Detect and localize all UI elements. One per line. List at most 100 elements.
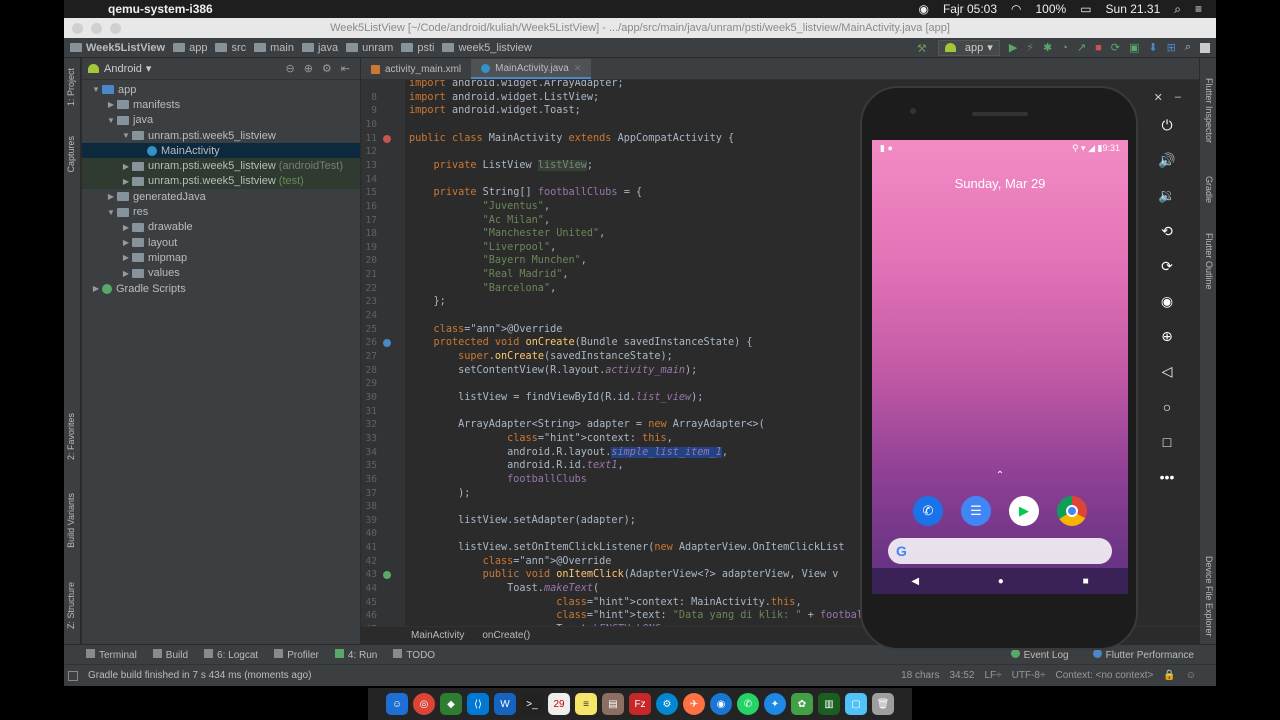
play-store-icon[interactable]: ▶ bbox=[1009, 496, 1039, 526]
chevron-down-icon[interactable]: ▼ bbox=[105, 208, 117, 217]
context-indicator[interactable]: Context: <no context> bbox=[1055, 670, 1153, 681]
nav-overview-icon[interactable]: ■ bbox=[1083, 576, 1089, 587]
google-search-bar[interactable]: G bbox=[888, 538, 1112, 564]
tree-item[interactable]: ▶ mipmap bbox=[82, 250, 360, 265]
messages-app-icon[interactable]: ☰ bbox=[961, 496, 991, 526]
volume-up-icon[interactable]: 🔊 bbox=[1143, 143, 1191, 178]
stop-icon[interactable]: ■ bbox=[1095, 42, 1102, 54]
emulator-screen[interactable]: ▮ ● ⚲ ▾ ◢ ▮ 9:31 Sunday, Mar 29 ⌃ ✆ ☰ ▶ … bbox=[872, 140, 1128, 594]
editor-tab[interactable]: MainActivity.java ✕ bbox=[471, 59, 592, 79]
tree-item[interactable]: ▼ res bbox=[82, 204, 360, 219]
profile-icon[interactable]: ◔ bbox=[1061, 42, 1068, 54]
spotlight-search-icon[interactable]: ⌕ bbox=[1174, 2, 1181, 17]
tab-favorites[interactable]: 2: Favorites bbox=[66, 413, 76, 460]
sequel-dock-icon[interactable]: ▤ bbox=[602, 693, 624, 715]
green-app-dock-icon[interactable]: ▥ bbox=[818, 693, 840, 715]
power-icon[interactable]: ⏻ bbox=[1143, 108, 1191, 143]
phone-app-icon[interactable]: ✆ bbox=[913, 496, 943, 526]
nav-back-icon[interactable]: ◀ bbox=[911, 576, 919, 587]
rotate-right-icon[interactable]: ⟳ bbox=[1143, 249, 1191, 284]
make-project-icon[interactable]: ⚒ bbox=[917, 42, 929, 55]
hide-panel-icon[interactable]: ⇤ bbox=[341, 62, 350, 75]
tab-flutter-outline[interactable]: Flutter Outline bbox=[1204, 233, 1214, 290]
chevron-right-icon[interactable]: ▶ bbox=[120, 162, 132, 171]
prayer-time[interactable]: Fajr 05:03 bbox=[943, 2, 997, 16]
toolwindow-terminal[interactable]: Terminal bbox=[86, 648, 137, 661]
chevron-right-icon[interactable]: ▶ bbox=[120, 269, 132, 278]
calendar-dock-icon[interactable]: 29 bbox=[548, 693, 570, 715]
app-drawer-chevron-icon[interactable]: ⌃ bbox=[872, 470, 1128, 481]
chevron-right-icon[interactable]: ▶ bbox=[120, 223, 132, 232]
nav-home-icon[interactable]: ● bbox=[998, 576, 1004, 587]
search-icon[interactable]: ⌕ bbox=[1185, 41, 1191, 54]
whatsapp-dock-icon[interactable]: ✆ bbox=[737, 693, 759, 715]
wifi-icon[interactable]: ◠ bbox=[1011, 2, 1021, 16]
collapse-all-icon[interactable]: ⊖ bbox=[285, 62, 294, 75]
editor-tab[interactable]: activity_main.xml bbox=[361, 59, 471, 79]
menubar-clock[interactable]: Sun 21.31 bbox=[1106, 2, 1161, 16]
postman-dock-icon[interactable]: ✈ bbox=[683, 693, 705, 715]
apply-changes-icon[interactable]: ⚡ bbox=[1026, 41, 1034, 54]
nav-crumb[interactable]: psti bbox=[401, 42, 434, 54]
tab-flutter-inspector[interactable]: Flutter Inspector bbox=[1204, 78, 1214, 143]
finder-dock-icon[interactable]: ☺ bbox=[386, 693, 408, 715]
chevron-down-icon[interactable]: ▼ bbox=[120, 131, 132, 140]
menubar-app-name[interactable]: qemu-system-i386 bbox=[108, 2, 213, 16]
vscode-dock-icon[interactable]: ⟨⟩ bbox=[467, 693, 489, 715]
nav-crumb[interactable]: main bbox=[254, 42, 294, 54]
toolwindow-build[interactable]: Build bbox=[152, 648, 188, 661]
mosque-icon[interactable]: ◉ bbox=[918, 2, 928, 16]
tab-gradle[interactable]: Gradle bbox=[1204, 176, 1214, 203]
chevron-right-icon[interactable]: ▶ bbox=[120, 238, 132, 247]
status-toggle-icon[interactable] bbox=[68, 670, 78, 681]
toolwindow-flutter-performance[interactable]: Flutter Performance bbox=[1092, 648, 1194, 661]
chevron-right-icon[interactable]: ▶ bbox=[120, 253, 132, 262]
emulator-dock-icon[interactable]: ✿ bbox=[791, 693, 813, 715]
battery-percent[interactable]: 100% bbox=[1035, 2, 1066, 16]
sync-gradle-icon[interactable]: ⟳ bbox=[1111, 41, 1120, 54]
home-date[interactable]: Sunday, Mar 29 bbox=[872, 176, 1128, 191]
screenshot-icon[interactable]: ◉ bbox=[1143, 284, 1191, 319]
layout-inspector-icon[interactable]: ⊞ bbox=[1167, 41, 1176, 54]
inspector-icon[interactable]: ☺ bbox=[1186, 670, 1196, 681]
avd-manager-icon[interactable]: ▣ bbox=[1129, 41, 1139, 54]
tree-item[interactable]: ▶ values bbox=[82, 266, 360, 281]
status-message[interactable]: Gradle build finished in 7 s 434 ms (mom… bbox=[88, 670, 311, 681]
chrome-dock-icon[interactable]: ◎ bbox=[413, 693, 435, 715]
tree-item[interactable]: ▶ Gradle Scripts bbox=[82, 281, 360, 296]
chevron-right-icon[interactable]: ▶ bbox=[120, 177, 132, 186]
volume-down-icon[interactable]: 🔉 bbox=[1143, 178, 1191, 213]
tree-item[interactable]: ▼ java bbox=[82, 113, 360, 128]
battery-icon[interactable]: ▭ bbox=[1080, 2, 1091, 16]
word-dock-icon[interactable]: W bbox=[494, 693, 516, 715]
more-icon[interactable]: ••• bbox=[1143, 460, 1191, 495]
trash-dock-icon[interactable]: 🗑 bbox=[872, 693, 894, 715]
back-icon[interactable]: ◁ bbox=[1143, 354, 1191, 389]
safari-dock-icon[interactable]: ✦ bbox=[764, 693, 786, 715]
toolwindow-logcat[interactable]: 6: Logcat bbox=[204, 648, 258, 661]
run-icon[interactable]: ▶ bbox=[1009, 41, 1017, 54]
nav-crumb[interactable]: Week5ListView bbox=[70, 42, 165, 54]
tab-captures[interactable]: Captures bbox=[66, 136, 76, 173]
breadcrumb-class[interactable]: MainActivity bbox=[411, 630, 464, 641]
tab-structure[interactable]: Z: Structure bbox=[66, 582, 76, 629]
tab-device-file-explorer[interactable]: Device File Explorer bbox=[1204, 556, 1214, 637]
toolwindow-event-log[interactable]: Event Log bbox=[1010, 648, 1069, 661]
chevron-down-icon[interactable]: ▾ bbox=[146, 62, 152, 75]
minimize-emulator-icon[interactable]: – bbox=[1175, 91, 1181, 103]
breadcrumb-method[interactable]: onCreate() bbox=[482, 630, 530, 641]
android-studio-dock-icon[interactable]: ◆ bbox=[440, 693, 462, 715]
nav-crumb[interactable]: app bbox=[173, 42, 207, 54]
line-separator[interactable]: LF÷ bbox=[984, 670, 1001, 681]
toolwindow-profiler[interactable]: Profiler bbox=[274, 648, 319, 661]
tree-item[interactable]: ▶ layout bbox=[82, 235, 360, 250]
settings-gear-icon[interactable]: ⚙ bbox=[322, 62, 332, 75]
chevron-right-icon[interactable]: ▶ bbox=[105, 192, 117, 201]
close-tab-icon[interactable]: ✕ bbox=[574, 63, 582, 74]
nav-crumb[interactable]: week5_listview bbox=[442, 42, 532, 54]
downloads-dock-icon[interactable]: ▢ bbox=[845, 693, 867, 715]
tree-item[interactable]: MainActivity bbox=[82, 143, 360, 159]
zoom-icon[interactable]: ⊕ bbox=[1143, 319, 1191, 354]
user-icon[interactable] bbox=[1200, 42, 1210, 53]
terminal-dock-icon[interactable]: >_ bbox=[521, 693, 543, 715]
